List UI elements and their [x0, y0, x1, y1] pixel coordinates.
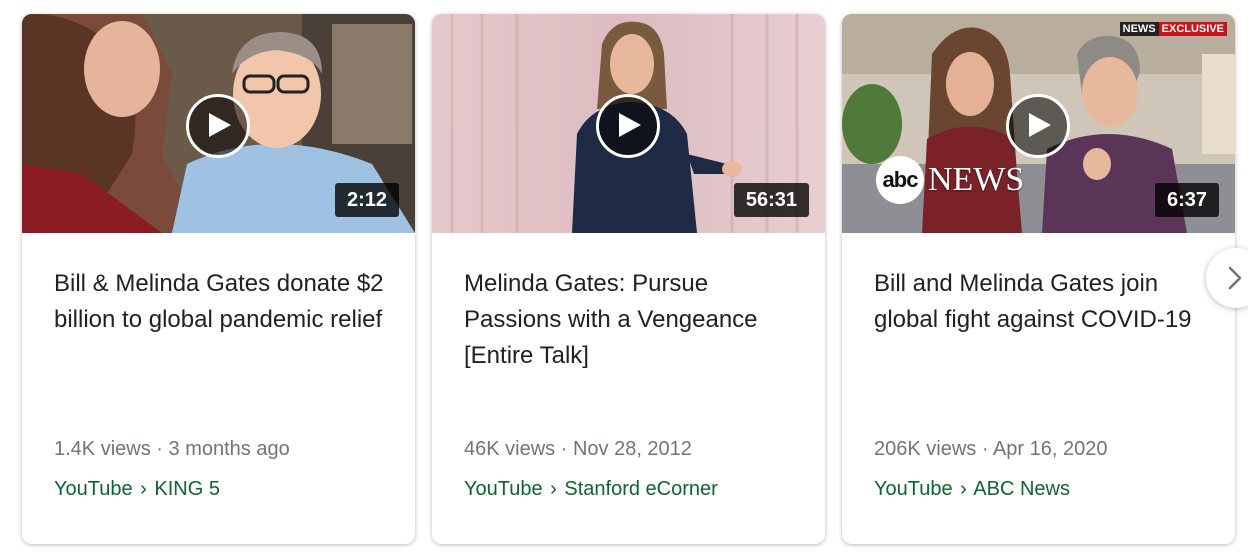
video-title[interactable]: Bill & Melinda Gates donate $2 billion t… — [54, 266, 385, 338]
play-button[interactable] — [595, 93, 660, 158]
abc-logo-news: NEWS — [928, 161, 1025, 198]
view-count: 1.4K views — [54, 438, 151, 460]
meta-separator: · — [981, 438, 989, 460]
exclusive-news-label: NEWS — [1119, 22, 1159, 36]
meta-separator: · — [560, 438, 568, 460]
source-separator: › — [960, 478, 967, 500]
video-title[interactable]: Bill and Melinda Gates join global fight… — [874, 266, 1205, 338]
play-button[interactable] — [1005, 93, 1070, 158]
meta-separator: · — [156, 438, 163, 460]
card-body: Melinda Gates: Pursue Passions with a Ve… — [432, 233, 825, 544]
channel-name: ABC News — [973, 478, 1070, 500]
card-body: Bill and Melinda Gates join global fight… — [842, 233, 1235, 544]
video-thumbnail[interactable]: NEWS EXCLUSIVE abc NEWS 6:37 — [842, 14, 1235, 233]
video-title[interactable]: Melinda Gates: Pursue Passions with a Ve… — [464, 266, 795, 374]
view-count: 206K views — [874, 438, 977, 460]
source-separator: › — [550, 478, 557, 500]
duration-badge: 2:12 — [334, 183, 399, 217]
video-carousel: 2:12 Bill & Melinda Gates donate $2 bill… — [0, 0, 1248, 554]
platform-name: YouTube — [874, 478, 953, 500]
video-thumbnail[interactable]: 2:12 — [22, 14, 415, 233]
video-meta: 1.4K views · 3 months ago — [54, 438, 290, 461]
video-card[interactable]: NEWS EXCLUSIVE abc NEWS 6:37 Bill and Me… — [842, 14, 1235, 544]
publish-date: Nov 28, 2012 — [572, 438, 692, 460]
video-meta: 46K views · Nov 28, 2012 — [464, 438, 692, 461]
source-separator: › — [140, 478, 147, 500]
video-source: YouTube › KING 5 — [54, 478, 220, 501]
exclusive-badge: NEWS EXCLUSIVE — [1119, 22, 1227, 36]
play-icon — [208, 112, 231, 137]
exclusive-label: EXCLUSIVE — [1158, 22, 1227, 36]
channel-name: Stanford eCorner — [564, 478, 718, 500]
card-body: Bill & Melinda Gates donate $2 billion t… — [22, 233, 415, 544]
video-source: YouTube › Stanford eCorner — [464, 478, 718, 501]
abc-logo-circle: abc — [876, 156, 924, 204]
channel-name: KING 5 — [154, 478, 220, 500]
play-icon — [1028, 112, 1051, 137]
video-thumbnail[interactable]: 56:31 — [432, 14, 825, 233]
publish-date: 3 months ago — [168, 438, 290, 460]
platform-name: YouTube — [464, 478, 543, 500]
abc-news-logo: abc NEWS — [876, 156, 1024, 204]
duration-badge: 56:31 — [733, 183, 809, 217]
play-icon — [618, 112, 641, 137]
play-button[interactable] — [185, 93, 250, 158]
duration-badge: 6:37 — [1154, 183, 1219, 217]
video-card[interactable]: 56:31 Melinda Gates: Pursue Passions wit… — [432, 14, 825, 544]
video-source: YouTube › ABC News — [874, 478, 1070, 501]
chevron-right-icon — [1228, 266, 1242, 290]
publish-date: Apr 16, 2020 — [992, 438, 1108, 460]
video-meta: 206K views · Apr 16, 2020 — [874, 438, 1108, 461]
platform-name: YouTube — [54, 478, 133, 500]
view-count: 46K views — [464, 438, 556, 460]
video-card[interactable]: 2:12 Bill & Melinda Gates donate $2 bill… — [22, 14, 415, 544]
